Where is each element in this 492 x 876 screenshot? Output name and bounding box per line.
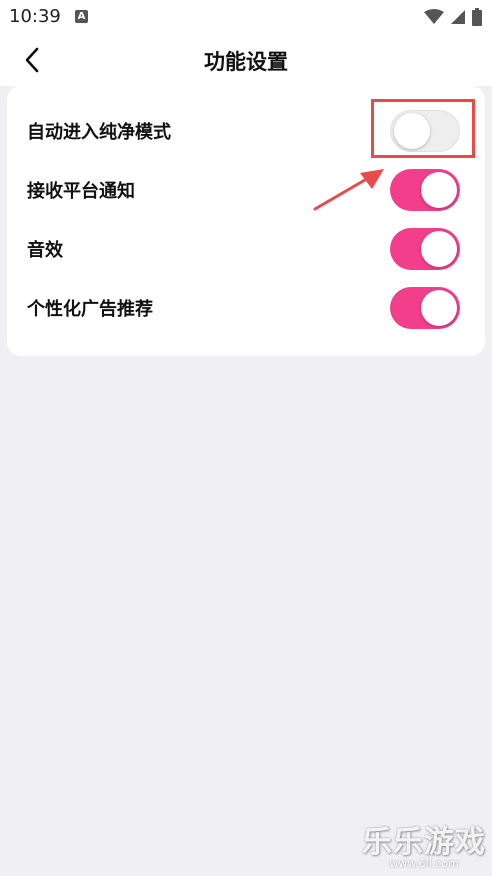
header: 功能设置	[0, 34, 492, 86]
toggle-knob	[421, 171, 457, 208]
wifi-icon	[424, 9, 444, 24]
toggle-knob	[421, 289, 457, 326]
annotation-arrow-icon	[313, 169, 384, 211]
status-bar: 10:39 A	[0, 0, 492, 34]
setting-row-notifications: 接收平台通知	[7, 160, 485, 219]
setting-label: 接收平台通知	[27, 180, 135, 202]
personalized-ads-toggle[interactable]	[390, 286, 460, 329]
watermark-text: 乐乐游戏	[362, 825, 486, 860]
setting-label: 个性化广告推荐	[27, 298, 153, 320]
status-time: 10:39	[9, 6, 61, 27]
annotation-highlight-box	[371, 99, 475, 158]
signal-icon	[451, 10, 465, 24]
setting-row-personalized-ads: 个性化广告推荐	[7, 278, 485, 337]
setting-label: 音效	[27, 239, 63, 261]
setting-row-sound-effects: 音效	[7, 219, 485, 278]
a-letter-icon: A	[75, 10, 88, 23]
watermark: 乐乐游戏 www.6ll.com	[362, 817, 486, 870]
page-title: 功能设置	[204, 50, 288, 74]
status-icons	[424, 7, 482, 27]
battery-icon	[472, 8, 482, 26]
notifications-toggle[interactable]	[390, 168, 460, 211]
sound-effects-toggle[interactable]	[390, 227, 460, 270]
setting-label: 自动进入纯净模式	[27, 121, 171, 143]
toggle-knob	[421, 230, 457, 267]
